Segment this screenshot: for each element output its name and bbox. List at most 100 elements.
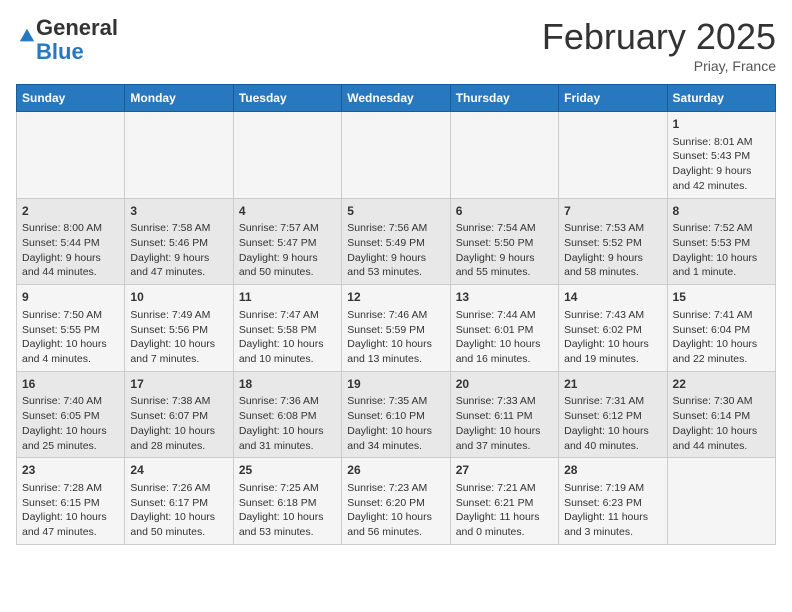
calendar-cell: 9 Sunrise: 7:50 AM Sunset: 5:55 PM Daylig… xyxy=(17,285,125,372)
calendar-cell: 20Sunrise: 7:33 AM Sunset: 6:11 PM Dayli… xyxy=(450,371,558,458)
logo-text: General Blue xyxy=(36,16,118,64)
day-info: Sunrise: 7:21 AM Sunset: 6:21 PM Dayligh… xyxy=(456,481,553,540)
calendar-cell: 2Sunrise: 8:00 AM Sunset: 5:44 PM Daylig… xyxy=(17,198,125,285)
day-info: Sunrise: 8:01 AM Sunset: 5:43 PM Dayligh… xyxy=(673,135,770,194)
logo: General Blue xyxy=(16,16,118,64)
day-number: 1 xyxy=(673,116,770,133)
day-number: 2 xyxy=(22,203,119,220)
calendar-cell: 10 Sunrise: 7:49 AM Sunset: 5:56 PM Dayli… xyxy=(125,285,233,372)
calendar-cell: 13 Sunrise: 7:44 AM Sunset: 6:01 PM Dayli… xyxy=(450,285,558,372)
calendar-cell: 1 Sunrise: 8:01 AM Sunset: 5:43 PM Daylig… xyxy=(667,112,775,199)
page-header: General Blue February 2025 Priay, France xyxy=(16,16,776,74)
day-number: 25 xyxy=(239,462,336,479)
day-number: 21 xyxy=(564,376,661,393)
calendar-cell: 17Sunrise: 7:38 AM Sunset: 6:07 PM Dayli… xyxy=(125,371,233,458)
calendar-cell: 16Sunrise: 7:40 AM Sunset: 6:05 PM Dayli… xyxy=(17,371,125,458)
calendar-cell: 3Sunrise: 7:58 AM Sunset: 5:46 PM Daylig… xyxy=(125,198,233,285)
header-monday: Monday xyxy=(125,85,233,112)
calendar-week-1: 1 Sunrise: 8:01 AM Sunset: 5:43 PM Daylig… xyxy=(17,112,776,199)
calendar-body: 1 Sunrise: 8:01 AM Sunset: 5:43 PM Daylig… xyxy=(17,112,776,545)
day-number: 28 xyxy=(564,462,661,479)
day-info: Sunrise: 7:40 AM Sunset: 6:05 PM Dayligh… xyxy=(22,394,119,453)
calendar-cell xyxy=(17,112,125,199)
day-number: 26 xyxy=(347,462,444,479)
calendar-cell: 8Sunrise: 7:52 AM Sunset: 5:53 PM Daylig… xyxy=(667,198,775,285)
calendar-cell: 26 Sunrise: 7:23 AM Sunset: 6:20 PM Dayli… xyxy=(342,458,450,545)
header-row: Sunday Monday Tuesday Wednesday Thursday… xyxy=(17,85,776,112)
day-info: Sunrise: 8:00 AM Sunset: 5:44 PM Dayligh… xyxy=(22,221,119,280)
calendar-cell: 12Sunrise: 7:46 AM Sunset: 5:59 PM Dayli… xyxy=(342,285,450,372)
calendar-cell xyxy=(667,458,775,545)
day-number: 16 xyxy=(22,376,119,393)
day-info: Sunrise: 7:28 AM Sunset: 6:15 PM Dayligh… xyxy=(22,481,119,540)
calendar-week-2: 2Sunrise: 8:00 AM Sunset: 5:44 PM Daylig… xyxy=(17,198,776,285)
day-number: 5 xyxy=(347,203,444,220)
day-number: 20 xyxy=(456,376,553,393)
day-info: Sunrise: 7:53 AM Sunset: 5:52 PM Dayligh… xyxy=(564,221,661,280)
day-number: 13 xyxy=(456,289,553,306)
day-number: 24 xyxy=(130,462,227,479)
day-number: 11 xyxy=(239,289,336,306)
day-info: Sunrise: 7:25 AM Sunset: 6:18 PM Dayligh… xyxy=(239,481,336,540)
day-info: Sunrise: 7:26 AM Sunset: 6:17 PM Dayligh… xyxy=(130,481,227,540)
day-info: Sunrise: 7:23 AM Sunset: 6:20 PM Dayligh… xyxy=(347,481,444,540)
day-info: Sunrise: 7:56 AM Sunset: 5:49 PM Dayligh… xyxy=(347,221,444,280)
calendar-cell xyxy=(559,112,667,199)
calendar-cell: 19Sunrise: 7:35 AM Sunset: 6:10 PM Dayli… xyxy=(342,371,450,458)
day-info: Sunrise: 7:44 AM Sunset: 6:01 PM Dayligh… xyxy=(456,308,553,367)
day-number: 15 xyxy=(673,289,770,306)
calendar-cell: 23 Sunrise: 7:28 AM Sunset: 6:15 PM Dayli… xyxy=(17,458,125,545)
calendar-cell: 18Sunrise: 7:36 AM Sunset: 6:08 PM Dayli… xyxy=(233,371,341,458)
calendar-week-3: 9 Sunrise: 7:50 AM Sunset: 5:55 PM Daylig… xyxy=(17,285,776,372)
header-thursday: Thursday xyxy=(450,85,558,112)
calendar-cell: 5Sunrise: 7:56 AM Sunset: 5:49 PM Daylig… xyxy=(342,198,450,285)
location: Priay, France xyxy=(542,58,776,74)
day-info: Sunrise: 7:36 AM Sunset: 6:08 PM Dayligh… xyxy=(239,394,336,453)
day-number: 17 xyxy=(130,376,227,393)
header-tuesday: Tuesday xyxy=(233,85,341,112)
day-number: 27 xyxy=(456,462,553,479)
calendar-cell: 22Sunrise: 7:30 AM Sunset: 6:14 PM Dayli… xyxy=(667,371,775,458)
day-info: Sunrise: 7:41 AM Sunset: 6:04 PM Dayligh… xyxy=(673,308,770,367)
calendar-cell: 7Sunrise: 7:53 AM Sunset: 5:52 PM Daylig… xyxy=(559,198,667,285)
day-number: 23 xyxy=(22,462,119,479)
calendar-table: Sunday Monday Tuesday Wednesday Thursday… xyxy=(16,84,776,545)
day-number: 10 xyxy=(130,289,227,306)
calendar-cell: 4Sunrise: 7:57 AM Sunset: 5:47 PM Daylig… xyxy=(233,198,341,285)
day-number: 12 xyxy=(347,289,444,306)
day-number: 9 xyxy=(22,289,119,306)
calendar-cell: 14 Sunrise: 7:43 AM Sunset: 6:02 PM Dayli… xyxy=(559,285,667,372)
calendar-cell xyxy=(233,112,341,199)
day-info: Sunrise: 7:35 AM Sunset: 6:10 PM Dayligh… xyxy=(347,394,444,453)
logo-blue: Blue xyxy=(36,39,84,64)
calendar-cell: 11 Sunrise: 7:47 AM Sunset: 5:58 PM Dayli… xyxy=(233,285,341,372)
day-number: 4 xyxy=(239,203,336,220)
day-info: Sunrise: 7:47 AM Sunset: 5:58 PM Dayligh… xyxy=(239,308,336,367)
day-number: 19 xyxy=(347,376,444,393)
day-number: 3 xyxy=(130,203,227,220)
calendar-cell: 25 Sunrise: 7:25 AM Sunset: 6:18 PM Dayli… xyxy=(233,458,341,545)
calendar-cell xyxy=(125,112,233,199)
calendar-cell xyxy=(342,112,450,199)
logo-icon xyxy=(18,27,36,45)
day-info: Sunrise: 7:54 AM Sunset: 5:50 PM Dayligh… xyxy=(456,221,553,280)
day-info: Sunrise: 7:49 AM Sunset: 5:56 PM Dayligh… xyxy=(130,308,227,367)
calendar-cell: 21Sunrise: 7:31 AM Sunset: 6:12 PM Dayli… xyxy=(559,371,667,458)
day-info: Sunrise: 7:58 AM Sunset: 5:46 PM Dayligh… xyxy=(130,221,227,280)
day-info: Sunrise: 7:43 AM Sunset: 6:02 PM Dayligh… xyxy=(564,308,661,367)
logo-general: General xyxy=(36,15,118,40)
day-info: Sunrise: 7:57 AM Sunset: 5:47 PM Dayligh… xyxy=(239,221,336,280)
calendar-header: Sunday Monday Tuesday Wednesday Thursday… xyxy=(17,85,776,112)
day-number: 14 xyxy=(564,289,661,306)
day-info: Sunrise: 7:38 AM Sunset: 6:07 PM Dayligh… xyxy=(130,394,227,453)
day-info: Sunrise: 7:50 AM Sunset: 5:55 PM Dayligh… xyxy=(22,308,119,367)
header-sunday: Sunday xyxy=(17,85,125,112)
calendar-cell: 27 Sunrise: 7:21 AM Sunset: 6:21 PM Dayli… xyxy=(450,458,558,545)
header-saturday: Saturday xyxy=(667,85,775,112)
calendar-cell xyxy=(450,112,558,199)
calendar-cell: 28 Sunrise: 7:19 AM Sunset: 6:23 PM Dayli… xyxy=(559,458,667,545)
month-title: February 2025 xyxy=(542,16,776,58)
day-info: Sunrise: 7:19 AM Sunset: 6:23 PM Dayligh… xyxy=(564,481,661,540)
day-number: 8 xyxy=(673,203,770,220)
day-info: Sunrise: 7:52 AM Sunset: 5:53 PM Dayligh… xyxy=(673,221,770,280)
